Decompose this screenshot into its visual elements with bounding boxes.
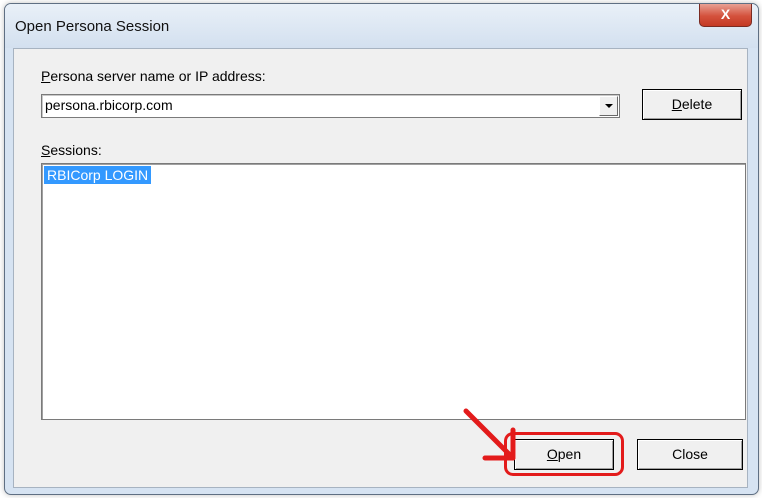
session-list-item[interactable]: RBICorp LOGIN [44,166,152,184]
dialog-client-area: Persona server name or IP address: perso… [13,48,748,488]
delete-button-mnemonic: D [671,96,682,112]
red-arrow-icon [463,408,516,461]
server-label: Persona server name or IP address: [41,68,266,84]
window-title: Open Persona Session [15,18,170,35]
delete-button[interactable]: Delete [642,89,742,120]
server-label-mnemonic: P [41,68,51,84]
server-label-text: ersona server name or IP address: [50,68,266,84]
sessions-label: Sessions: [41,142,102,158]
server-input[interactable]: persona.rbicorp.com [45,97,173,113]
close-icon: X [720,6,731,22]
delete-button-text: elete [681,96,713,112]
window-close-button[interactable]: X [699,4,752,27]
title-bar[interactable]: Open Persona Session X [5,4,758,48]
sessions-listbox[interactable]: RBICorp LOGIN [41,163,746,420]
open-persona-session-dialog: Open Persona Session X Persona server na… [4,3,759,495]
server-combobox[interactable]: persona.rbicorp.com [41,94,620,118]
open-button-highlight [504,432,624,476]
server-dropdown-button[interactable] [599,96,618,116]
sessions-label-text: essions: [50,142,102,158]
close-button[interactable]: Close [637,439,743,470]
chevron-down-icon [605,104,613,108]
sessions-label-mnemonic: S [41,142,51,158]
